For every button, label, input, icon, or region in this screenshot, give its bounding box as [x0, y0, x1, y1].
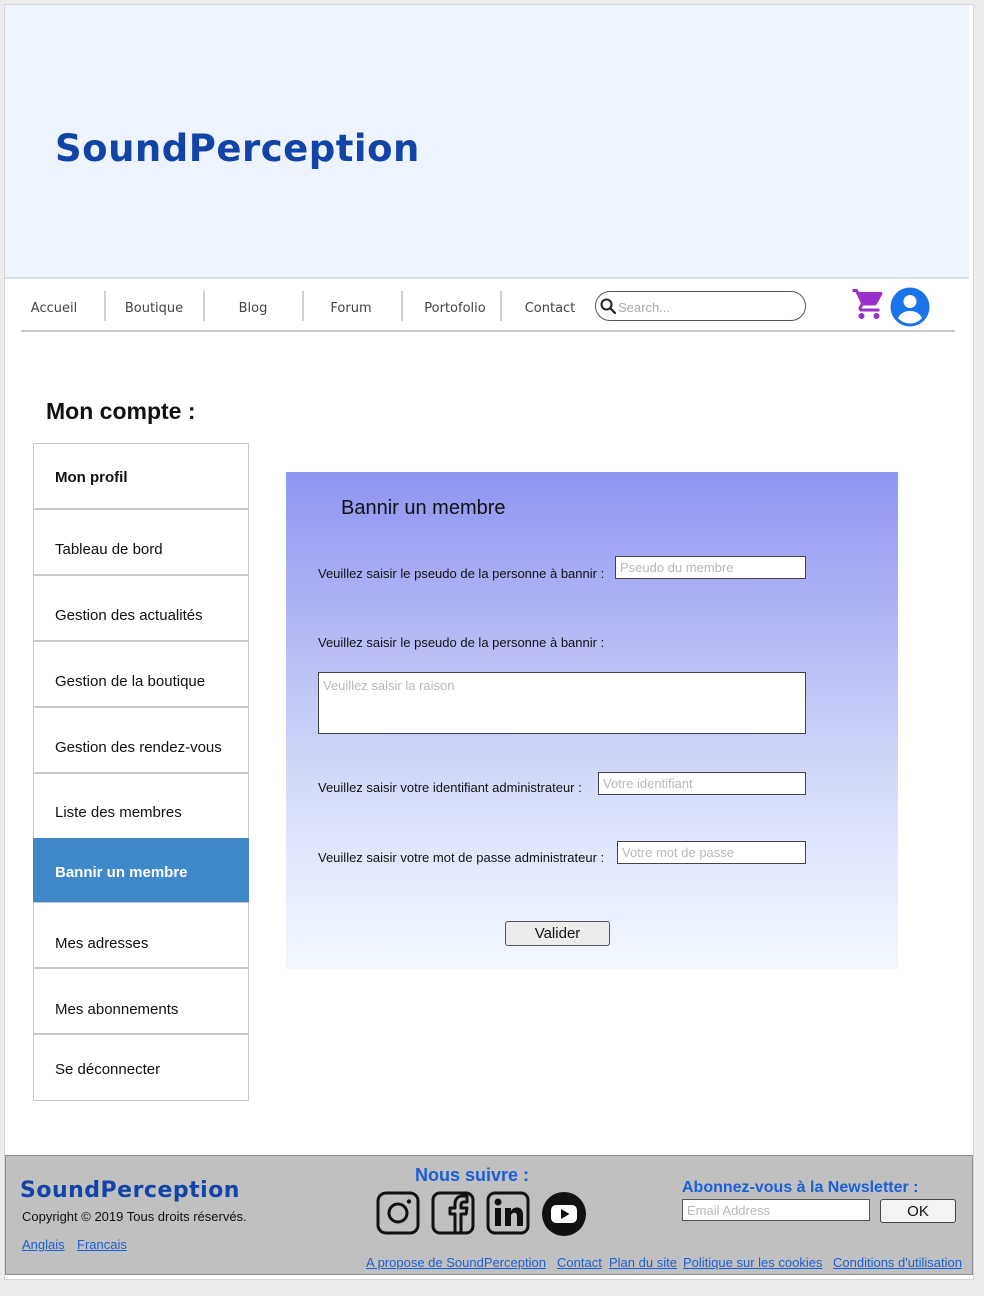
reason-label: Veuillez saisir le pseudo de la personne… — [318, 635, 605, 650]
side-item-label: Gestion des rendez-vous — [55, 739, 222, 756]
nav-top-divider — [5, 277, 969, 279]
footer-link-terms[interactable]: Conditions d'utilisation — [833, 1255, 962, 1270]
side-item-label: Se déconnecter — [55, 1061, 161, 1078]
nav-item-portofolio[interactable]: Portofolio — [413, 296, 497, 322]
youtube-icon[interactable] — [541, 1191, 587, 1237]
side-item-mon-profil[interactable]: Mon profil — [33, 443, 249, 509]
pseudo-input[interactable] — [615, 556, 806, 579]
nav-item-blog[interactable]: Blog — [223, 296, 283, 322]
page-frame: SoundPerception Accueil Boutique Blog Fo… — [4, 4, 974, 1280]
facebook-icon[interactable] — [431, 1191, 475, 1235]
nav-separator — [401, 291, 403, 321]
nav-separator — [500, 291, 502, 321]
cart-icon[interactable] — [850, 286, 888, 322]
footer: SoundPerception Copyright © 2019 Tous dr… — [5, 1155, 973, 1275]
side-item-label: Mes abonnements — [55, 1001, 179, 1018]
footer-link-cookies[interactable]: Politique sur les cookies — [683, 1255, 822, 1270]
copyright-text: Copyright © 2019 Tous droits réservés. — [22, 1209, 247, 1224]
submit-button[interactable]: Valider — [505, 921, 610, 946]
side-item-tableau-de-bord[interactable]: Tableau de bord — [33, 509, 249, 575]
nav-separator — [104, 291, 106, 321]
search-input[interactable] — [618, 298, 798, 316]
nav-item-forum[interactable]: Forum — [319, 296, 383, 322]
side-item-label: Mon profil — [55, 469, 128, 486]
admin-password-label: Veuillez saisir votre mot de passe admin… — [318, 850, 605, 865]
newsletter-title: Abonnez-vous à la Newsletter : — [682, 1179, 919, 1196]
side-item-gestion-rendez-vous[interactable]: Gestion des rendez-vous — [33, 707, 249, 773]
side-item-gestion-actualites[interactable]: Gestion des actualités — [33, 575, 249, 641]
language-link-anglais[interactable]: Anglais — [22, 1237, 65, 1252]
nav-item-boutique[interactable]: Boutique — [117, 296, 191, 322]
search-icon — [600, 298, 616, 314]
nav-separator — [203, 291, 205, 321]
side-item-gestion-boutique[interactable]: Gestion de la boutique — [33, 641, 249, 707]
footer-link-sitemap[interactable]: Plan du site — [609, 1255, 677, 1270]
side-item-mes-abonnements[interactable]: Mes abonnements — [33, 968, 249, 1034]
side-item-label: Liste des membres — [55, 804, 182, 821]
site-title[interactable]: SoundPerception — [55, 127, 420, 170]
side-item-bannir-membre[interactable]: Bannir un membre — [33, 838, 249, 902]
nav-bottom-divider — [21, 330, 955, 332]
side-item-label: Bannir un membre — [55, 864, 188, 881]
footer-link-contact[interactable]: Contact — [557, 1255, 602, 1270]
side-item-liste-membres[interactable]: Liste des membres — [33, 773, 249, 839]
side-item-label: Gestion de la boutique — [55, 673, 206, 690]
footer-brand[interactable]: SoundPerception — [20, 1178, 240, 1203]
hero-banner: SoundPerception — [5, 5, 969, 277]
instagram-icon[interactable] — [376, 1191, 420, 1235]
language-link-francais[interactable]: Francais — [77, 1237, 127, 1252]
admin-id-label: Veuillez saisir votre identifiant admini… — [318, 780, 582, 795]
user-account-icon[interactable] — [890, 287, 930, 327]
side-item-label: Mes adresses — [55, 935, 149, 952]
admin-password-input[interactable] — [617, 841, 806, 864]
account-title: Mon compte : — [46, 398, 196, 424]
nav-separator — [302, 291, 304, 321]
reason-textarea[interactable] — [318, 672, 806, 734]
nav-item-accueil[interactable]: Accueil — [23, 296, 85, 322]
nav-item-contact[interactable]: Contact — [517, 296, 583, 322]
form-title: Bannir un membre — [341, 497, 506, 519]
side-item-se-deconnecter[interactable]: Se déconnecter — [33, 1034, 249, 1101]
follow-title: Nous suivre : — [415, 1165, 530, 1185]
linkedin-icon[interactable] — [486, 1191, 530, 1235]
side-item-mes-adresses[interactable]: Mes adresses — [33, 902, 249, 968]
search-box[interactable] — [595, 291, 806, 321]
side-item-label: Gestion des actualités — [55, 607, 203, 624]
pseudo-label: Veuillez saisir le pseudo de la personne… — [318, 566, 605, 581]
side-item-label: Tableau de bord — [55, 541, 163, 558]
newsletter-email-input[interactable] — [682, 1199, 870, 1221]
ban-member-form: Bannir un membre Veuillez saisir le pseu… — [286, 472, 898, 969]
admin-id-input[interactable] — [598, 772, 806, 795]
footer-link-about[interactable]: A propose de SoundPerception — [366, 1255, 546, 1270]
newsletter-ok-button[interactable]: OK — [880, 1199, 956, 1223]
